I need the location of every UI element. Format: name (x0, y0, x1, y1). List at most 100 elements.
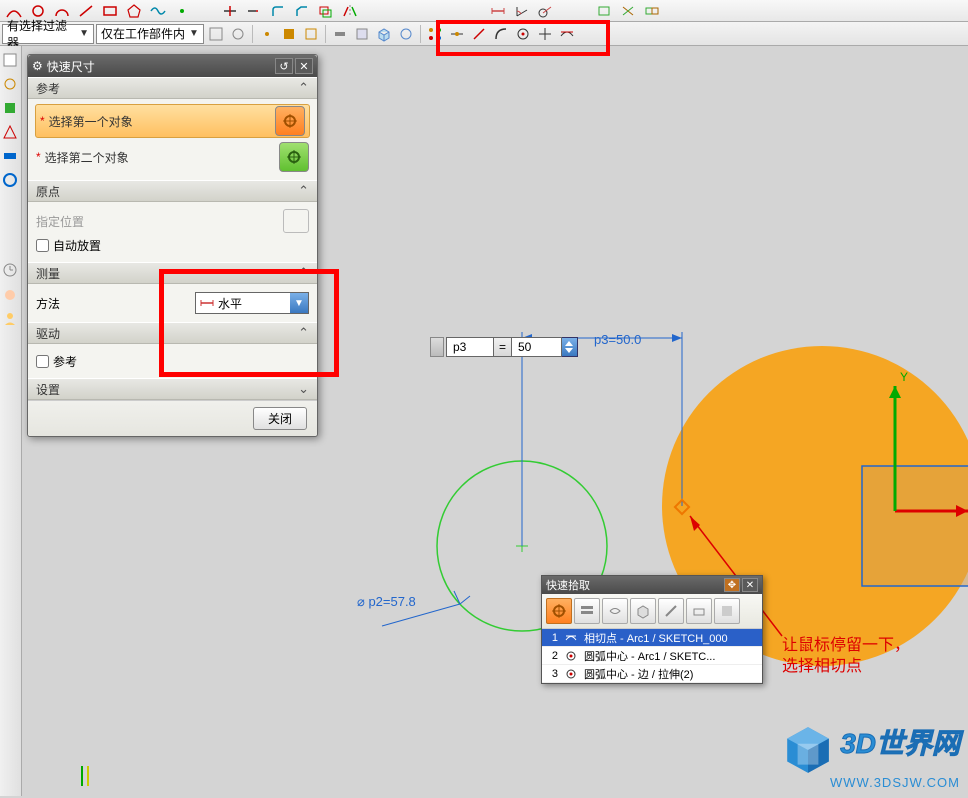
section-drive-header[interactable]: 驱动 ⌃ (28, 322, 317, 344)
filter-icon-2[interactable] (228, 24, 248, 44)
method-combo[interactable]: 水平 ▼ (195, 292, 309, 314)
pick-first-button[interactable] (275, 106, 305, 136)
ls-icon-1[interactable] (2, 52, 20, 70)
tangent-point-icon (564, 631, 578, 645)
equals-label: = (494, 337, 512, 357)
qp-tool-crosshair-icon[interactable] (546, 598, 572, 624)
quickpick-pin-button[interactable]: ✥ (724, 578, 740, 592)
dim-diameter-label[interactable]: ⌀ p2=57.8 (357, 594, 416, 610)
tool-point-icon[interactable] (172, 2, 192, 20)
filter-icon-4[interactable] (279, 24, 299, 44)
annotation-line2: 选择相切点 (782, 657, 910, 678)
dim-name-value: p3 (453, 340, 466, 354)
watermark-brand: 3D世界网 (840, 728, 960, 759)
arc-center-icon (564, 667, 578, 681)
auto-place-row[interactable]: 自动放置 (36, 234, 309, 256)
dialog-footer: 关闭 (28, 400, 317, 436)
dialog-titlebar[interactable]: ⚙ 快速尺寸 ↺ ✕ (28, 55, 317, 77)
qp-tool-list-icon[interactable] (574, 598, 600, 624)
drive-reference-row[interactable]: 参考 (36, 350, 309, 372)
filter-icon-3[interactable] (257, 24, 277, 44)
filter-icon-7[interactable] (352, 24, 372, 44)
snap-quadrant-icon[interactable] (491, 24, 511, 44)
ls-peach-icon[interactable] (2, 286, 20, 304)
tool-chamfer-icon[interactable] (292, 2, 312, 20)
tool-offset-icon[interactable] (316, 2, 336, 20)
section-reference-header[interactable]: 参考 ⌃ (28, 77, 317, 99)
section-measure-label: 测量 (36, 265, 60, 282)
dialog-reset-button[interactable]: ↺ (275, 58, 293, 74)
section-drive-label: 驱动 (36, 325, 60, 342)
tool-spline-icon[interactable] (148, 2, 168, 20)
tool-constraint2-icon[interactable] (618, 2, 638, 20)
snap-control-icon[interactable] (469, 24, 489, 44)
ls-history-icon[interactable] (2, 262, 20, 280)
ls-icon-3[interactable] (2, 100, 20, 118)
arc-center-icon (564, 649, 578, 663)
tool-poly-icon[interactable] (124, 2, 144, 20)
ls-icon-5[interactable] (2, 148, 20, 166)
qp-tool-face-icon[interactable] (602, 598, 628, 624)
snap-tangent-icon[interactable] (557, 24, 577, 44)
dimension-input-bar[interactable]: p3 = 50 (430, 336, 578, 358)
required-icon: * (40, 114, 45, 128)
quickpick-close-button[interactable]: ✕ (742, 578, 758, 592)
filter-icon-8[interactable] (396, 24, 416, 44)
tool-trim-icon[interactable] (220, 2, 240, 20)
quickpick-row[interactable]: 1 相切点 - Arc1 / SKETCH_000 (542, 629, 762, 647)
snap-endpoints-icon[interactable] (425, 24, 445, 44)
sketch-rect[interactable] (862, 466, 968, 586)
quickpick-title-text: 快速拾取 (546, 577, 590, 593)
dim-spin-button[interactable] (562, 337, 578, 357)
quickpick-row[interactable]: 3 圆弧中心 - 边 / 拉伸(2) (542, 665, 762, 683)
filter-icon-5[interactable] (301, 24, 321, 44)
select-second-object-row[interactable]: * 选择第二个对象 (36, 140, 309, 174)
dim-horizontal-label[interactable]: p3=50.0 (594, 332, 641, 347)
tool-extend-icon[interactable] (244, 2, 264, 20)
qp-tool-feature-icon[interactable] (686, 598, 712, 624)
tool-dim-angle-icon[interactable] (512, 2, 532, 20)
dialog-close-button[interactable]: ✕ (295, 58, 313, 74)
snap-intersection-icon[interactable] (535, 24, 555, 44)
ls-icon-4[interactable] (2, 124, 20, 142)
section-settings-label: 设置 (36, 381, 60, 398)
ls-icon-2[interactable] (2, 76, 20, 94)
qp-tool-solid-icon[interactable] (714, 598, 740, 624)
tool-dim-radius-icon[interactable] (536, 2, 556, 20)
scope-filter-combo[interactable]: 仅在工作部件内 ▼ (96, 24, 204, 44)
dim-value: 50 (518, 340, 531, 354)
method-value: 水平 (218, 295, 242, 312)
specify-location-button[interactable] (283, 209, 309, 233)
filter-icon-6[interactable] (330, 24, 350, 44)
dim-value-field[interactable]: 50 (512, 337, 562, 357)
dim-name-field[interactable]: p3 (446, 337, 494, 357)
ls-user-icon[interactable] (2, 310, 20, 328)
tool-rect-icon[interactable] (100, 2, 120, 20)
method-label: 方法 (36, 295, 60, 312)
filter-box-icon[interactable] (374, 24, 394, 44)
quickpick-titlebar[interactable]: 快速拾取 ✥ ✕ (542, 576, 762, 594)
close-button[interactable]: 关闭 (253, 407, 307, 430)
pick-second-button[interactable] (279, 142, 309, 172)
quickpick-row[interactable]: 2 圆弧中心 - Arc1 / SKETC... (542, 647, 762, 665)
tool-mirror-icon[interactable] (340, 2, 360, 20)
drive-reference-checkbox[interactable] (36, 355, 49, 368)
section-settings-header[interactable]: 设置 ⌄ (28, 378, 317, 400)
select-first-object-row[interactable]: * 选择第一个对象 (35, 104, 310, 138)
tool-constraint1-icon[interactable] (594, 2, 614, 20)
qp-tool-body-icon[interactable] (630, 598, 656, 624)
snap-midpoint-icon[interactable] (447, 24, 467, 44)
filter-icon-1[interactable] (206, 24, 226, 44)
qp-tool-edge-icon[interactable] (658, 598, 684, 624)
section-measure-header[interactable]: 测量 ⌃ (28, 262, 317, 284)
section-origin-header[interactable]: 原点 ⌃ (28, 180, 317, 202)
snap-center-icon[interactable] (513, 24, 533, 44)
drag-handle-icon[interactable] (430, 337, 444, 357)
ls-icon-6[interactable] (2, 172, 20, 190)
tool-fillet-icon[interactable] (268, 2, 288, 20)
tool-constraint3-icon[interactable] (642, 2, 662, 20)
tool-line-icon[interactable] (76, 2, 96, 20)
tool-dim-horiz-icon[interactable] (488, 2, 508, 20)
selection-filter-combo[interactable]: 有选择过滤器 ▼ (2, 24, 94, 44)
auto-place-checkbox[interactable] (36, 239, 49, 252)
